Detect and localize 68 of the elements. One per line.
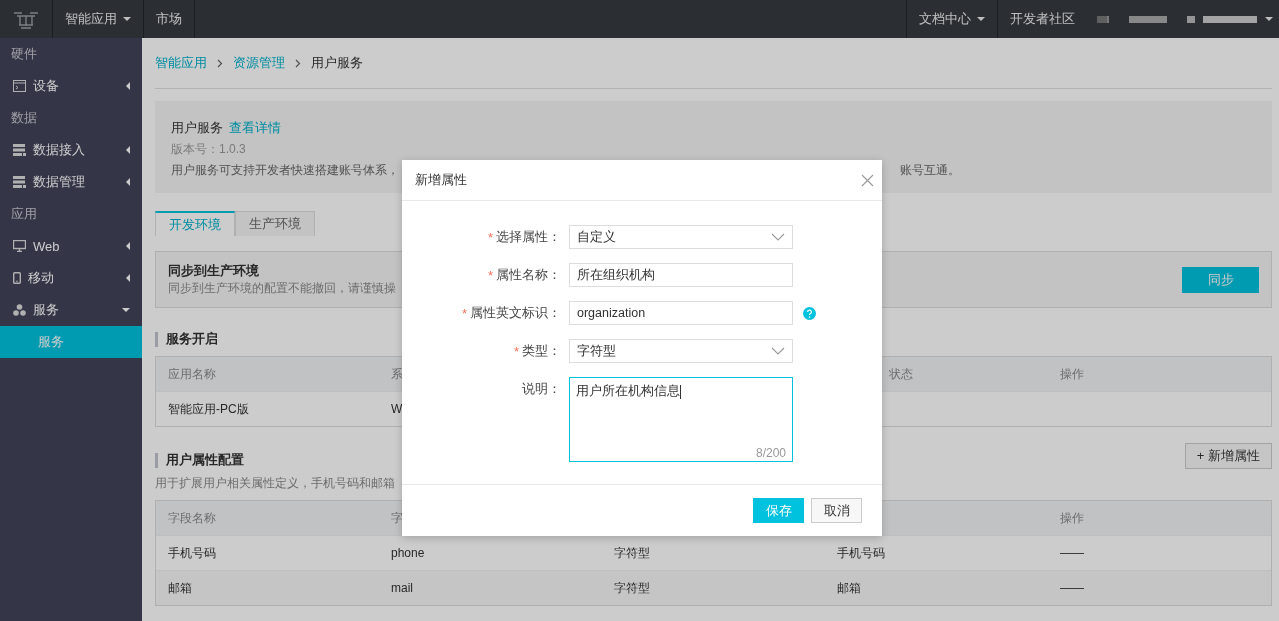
table-cell-text: 邮箱 — [836, 579, 862, 597]
sidebar-item[interactable]: 设备 — [0, 70, 142, 102]
sidebar-item[interactable]: 移动 — [0, 262, 142, 294]
help-icon[interactable] — [803, 306, 816, 320]
table-cell-text: 字符型 — [613, 579, 651, 597]
server-icon — [13, 176, 26, 188]
sidebar-item[interactable]: 数据管理 — [0, 166, 142, 198]
field-label: 类型： — [522, 342, 561, 360]
version-text: 版本号：1.0.3 — [171, 141, 247, 158]
section-title: 服务开启 — [166, 330, 218, 348]
table-cell-text: —— — [1059, 581, 1085, 595]
field-label: 说明： — [522, 380, 561, 398]
table-cell-text: 字符型 — [613, 544, 651, 562]
select-field[interactable]: 自定义 — [569, 225, 793, 249]
breadcrumb-current: 用户服务 — [311, 54, 363, 72]
required-asterisk: * — [487, 229, 493, 245]
sidebar-group-title: 硬件 — [10, 45, 38, 63]
cluster-icon — [13, 304, 26, 316]
sidebar-item[interactable]: 服务 — [0, 294, 142, 326]
sync-note: 同步到生产环境的配置不能撤回，请谨慎操 — [168, 280, 396, 297]
chevron-right-icon — [295, 58, 301, 68]
textarea-field[interactable]: 用户所在机构信息 8/200 — [569, 377, 793, 462]
chevron-right-icon — [217, 58, 223, 68]
column-header: 字段名称 — [167, 509, 217, 527]
section-title: 用户属性配置 — [166, 451, 244, 469]
required-asterisk: * — [461, 305, 467, 321]
tab[interactable]: 生产环境 — [235, 211, 315, 236]
select-field[interactable]: 字符型 — [569, 339, 793, 363]
sidebar-item[interactable]: 数据接入 — [0, 134, 142, 166]
description-text: 用户服务可支持开发者快速搭建账号体系， — [171, 162, 399, 179]
description-text: 账号互通。 — [900, 162, 960, 179]
field-label: 选择属性： — [496, 228, 561, 246]
input-field[interactable]: organization — [569, 301, 793, 325]
close-icon[interactable] — [861, 173, 874, 187]
sync-title: 同步到生产环境 — [168, 262, 260, 280]
phone-icon — [13, 272, 21, 284]
table-cell-text: W — [390, 402, 404, 416]
add-attribute-button[interactable]: + 新增属性 — [1184, 443, 1272, 469]
column-header: 字 — [390, 509, 404, 527]
sidebar-item[interactable]: Web — [0, 230, 142, 262]
table-cell-text: 手机号码 — [836, 544, 886, 562]
table-cell-text: mail — [390, 581, 414, 595]
required-asterisk: * — [513, 343, 519, 359]
cancel-button[interactable]: 取消 — [811, 498, 862, 523]
window-icon — [13, 80, 26, 92]
dialog-title: 新增属性 — [415, 171, 467, 189]
required-asterisk: * — [487, 267, 493, 283]
column-header: 系 — [390, 365, 404, 383]
table-cell-text: 邮箱 — [167, 579, 193, 597]
table-cell-text: 手机号码 — [167, 544, 217, 562]
chevron-down-icon — [771, 347, 785, 355]
table-cell-text: —— — [1059, 546, 1085, 560]
column-header: 操作 — [1059, 365, 1085, 383]
input-field[interactable]: 所在组织机构 — [569, 263, 793, 287]
sidebar-group-title: 数据 — [10, 109, 38, 127]
table-cell-text: phone — [390, 546, 426, 560]
monitor-icon — [13, 240, 26, 252]
server-icon — [13, 144, 26, 156]
column-header: 操作 — [1059, 509, 1085, 527]
field-label: 属性名称： — [496, 266, 561, 284]
table-cell-text: 智能应用-PC版 — [167, 400, 250, 418]
column-header: 状态 — [888, 365, 914, 383]
chevron-down-icon — [771, 233, 785, 241]
field-label: 属性英文标识： — [470, 304, 561, 322]
column-header: 应用名称 — [167, 365, 217, 383]
section-description: 用于扩展用户相关属性定义，手机号码和邮箱 — [155, 475, 395, 492]
service-title: 用户服务 — [171, 119, 223, 137]
sidebar-group-title: 应用 — [10, 205, 38, 223]
